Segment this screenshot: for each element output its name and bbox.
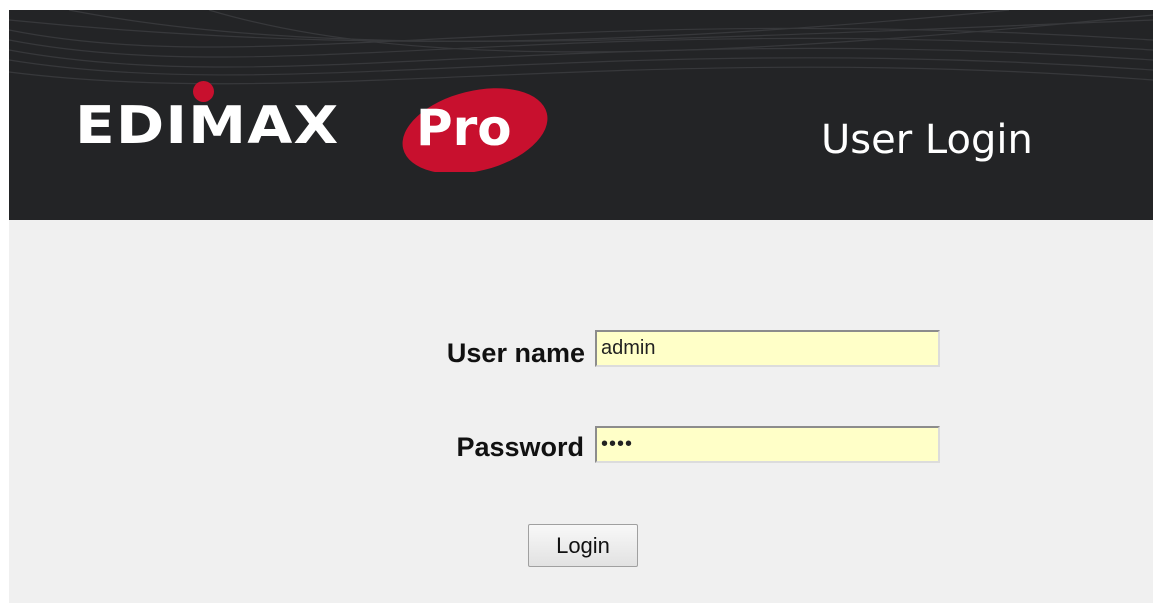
password-field[interactable] bbox=[595, 426, 940, 463]
username-label: User name bbox=[446, 338, 585, 368]
login-button[interactable]: Login bbox=[528, 524, 638, 567]
header-banner: EDIMAX Pro User Login bbox=[9, 10, 1153, 220]
edimax-pro-logo: EDIMAX Pro bbox=[71, 76, 571, 186]
brand-wordmark: EDIMAX bbox=[75, 96, 340, 156]
username-field[interactable] bbox=[595, 330, 940, 367]
login-page: EDIMAX Pro User Login User name Password… bbox=[9, 10, 1153, 603]
brand-suffix: Pro bbox=[416, 99, 512, 157]
page-title: User Login bbox=[821, 117, 1033, 163]
password-label: Password bbox=[456, 432, 584, 462]
